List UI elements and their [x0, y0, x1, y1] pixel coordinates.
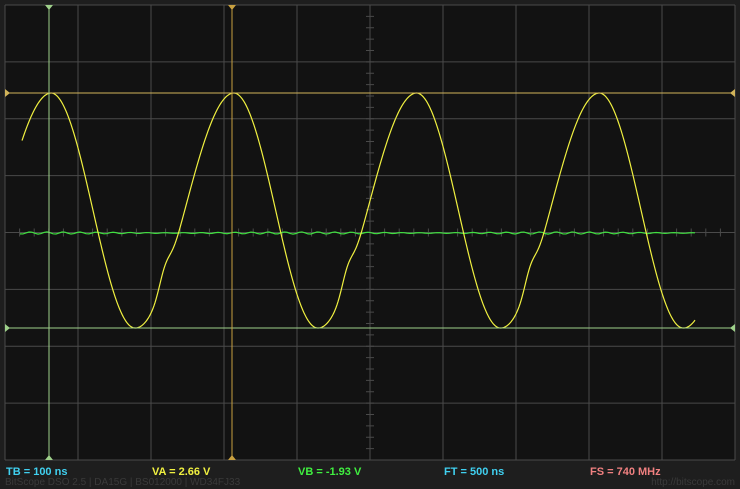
- oscilloscope-display: [4, 4, 736, 461]
- website-link[interactable]: http://bitscope.com: [651, 477, 735, 489]
- device-info: BitScope DSO 2.5 | DA15G | BS012000 | WD…: [5, 477, 241, 488]
- footer-bar: BitScope DSO 2.5 | DA15G | BS012000 | WD…: [0, 477, 740, 489]
